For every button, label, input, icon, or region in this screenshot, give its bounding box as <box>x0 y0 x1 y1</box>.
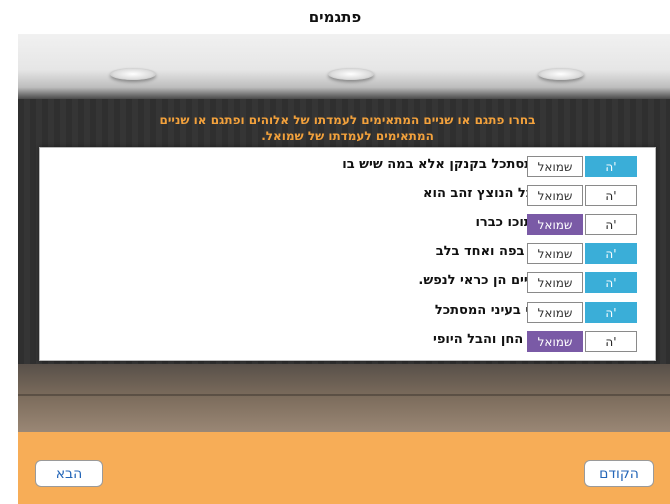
god-option-button[interactable]: ה' <box>585 185 637 206</box>
samuel-option-button[interactable]: שמואל <box>527 156 583 177</box>
proverb-row: שקר החן והבל היופי שמואל ה' <box>40 328 655 356</box>
proverb-row: אל תסתכל בקנקן אלא במה שיש בו שמואל ה' <box>40 153 655 181</box>
god-option-button[interactable]: ה' <box>585 214 637 235</box>
proverbs-panel: אל תסתכל בקנקן אלא במה שיש בו שמואל ה' ל… <box>39 147 656 361</box>
previous-button[interactable]: הקודם <box>584 460 654 487</box>
samuel-option-button[interactable]: שמואל <box>527 243 583 264</box>
ceiling-light-icon <box>538 68 584 80</box>
proverb-row: אחד בפה ואחד בלב שמואל ה' <box>40 240 655 268</box>
samuel-option-button[interactable]: שמואל <box>527 331 583 352</box>
app-frame: פתגמים בחרו פתגם או שניים המתאימים לעמדת… <box>0 0 670 504</box>
samuel-option-button[interactable]: שמואל <box>527 185 583 206</box>
floor-divider <box>18 394 670 396</box>
proverb-row: היופי בעיני המסתכל שמואל ה' <box>40 299 655 327</box>
floor <box>18 364 670 432</box>
instructions-text: בחרו פתגם או שניים המתאימים לעמדתו של אל… <box>159 113 536 143</box>
god-option-button[interactable]: ה' <box>585 302 637 323</box>
next-button[interactable]: הבא <box>35 460 103 487</box>
god-option-button[interactable]: ה' <box>585 331 637 352</box>
proverb-row: אין תוכו כברו שמואל ה' <box>40 211 655 239</box>
god-option-button[interactable]: ה' <box>585 272 637 293</box>
samuel-option-button[interactable]: שמואל <box>527 302 583 323</box>
samuel-option-button[interactable]: שמואל <box>527 214 583 235</box>
samuel-option-button[interactable]: שמואל <box>527 272 583 293</box>
page-title: פתגמים <box>0 0 670 34</box>
proverb-text: אל תסתכל בקנקן אלא במה שיש בו <box>342 157 555 172</box>
ceiling-light-icon <box>328 68 374 80</box>
proverb-row: העיניים הן כראי לנפש. שמואל ה' <box>40 269 655 297</box>
proverb-row: לא כל הנוצץ זהב הוא שמואל ה' <box>40 182 655 210</box>
ceiling <box>18 34 670 99</box>
god-option-button[interactable]: ה' <box>585 243 637 264</box>
god-option-button[interactable]: ה' <box>585 156 637 177</box>
ceiling-light-icon <box>110 68 156 80</box>
bottom-bar <box>18 432 670 504</box>
